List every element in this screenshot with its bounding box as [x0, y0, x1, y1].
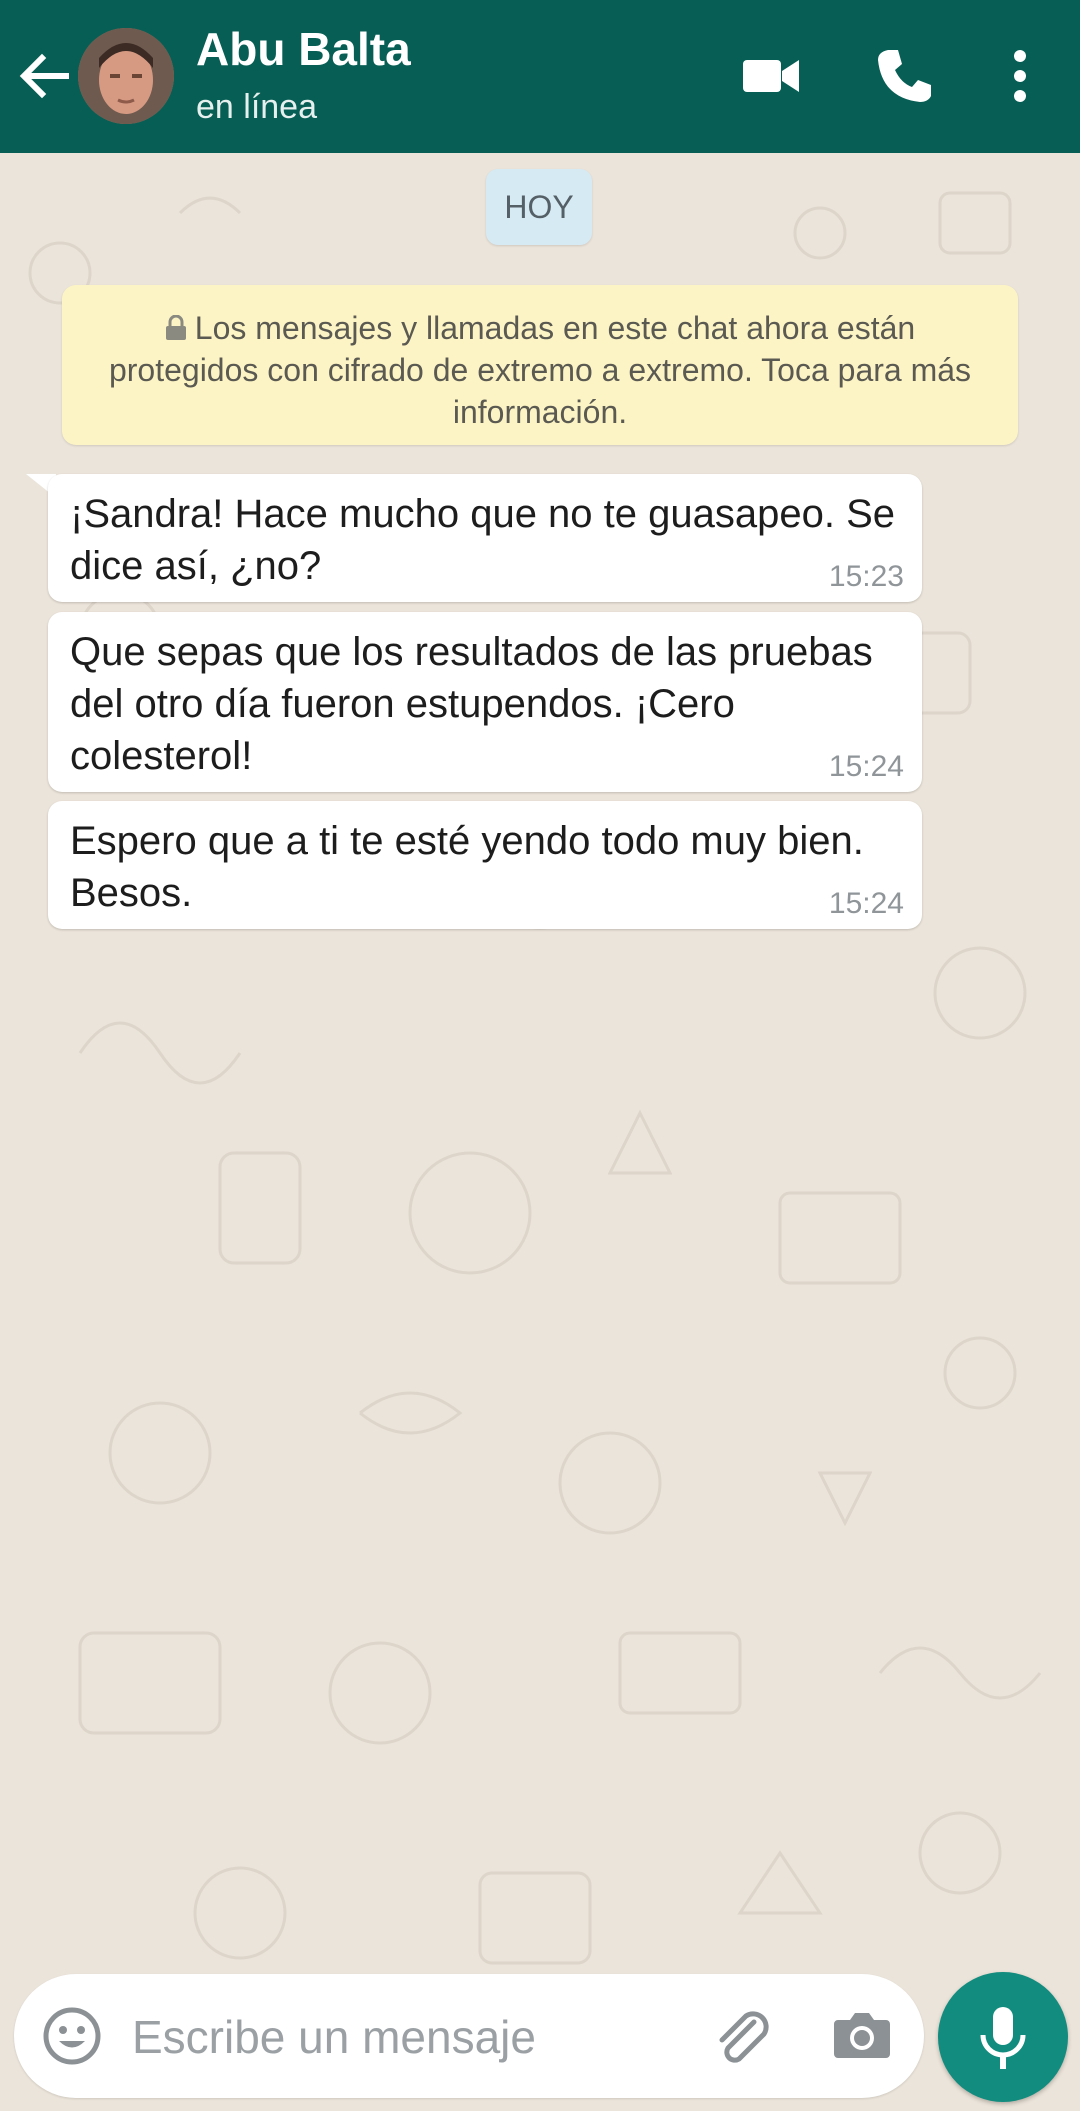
message-text: Espero que a ti te esté yendo todo muy b…: [70, 819, 864, 915]
lock-icon: [165, 315, 186, 340]
encryption-text: Los mensajes y llamadas en este chat aho…: [108, 310, 972, 430]
message-bubble[interactable]: Que sepas que los resultados de las prue…: [48, 612, 922, 792]
video-call-icon[interactable]: [735, 40, 807, 112]
message-time: 15:24: [828, 887, 904, 920]
message-composer: Escribe un mensaje: [14, 1974, 924, 2098]
message-bubble[interactable]: Espero que a ti te esté yendo todo muy b…: [48, 801, 922, 929]
phone-call-icon[interactable]: [868, 40, 940, 112]
message-input[interactable]: Escribe un mensaje: [132, 2010, 536, 2064]
more-options-icon[interactable]: [984, 40, 1056, 112]
message-time: 15:24: [828, 750, 904, 783]
back-arrow-icon[interactable]: [14, 46, 74, 106]
contact-name[interactable]: Abu Balta: [196, 22, 411, 76]
chat-header: Abu Balta en línea: [0, 0, 1080, 153]
message-time: 15:23: [828, 560, 904, 593]
encryption-notice[interactable]: Los mensajes y llamadas en este chat aho…: [62, 285, 1018, 445]
emoji-icon[interactable]: [40, 2004, 104, 2068]
microphone-icon: [980, 2007, 1026, 2069]
date-chip: HOY: [486, 169, 592, 245]
attach-icon[interactable]: [706, 2002, 778, 2074]
camera-icon[interactable]: [830, 2004, 894, 2068]
contact-avatar[interactable]: [78, 28, 174, 124]
chat-area[interactable]: HOY Los mensajes y llamadas en este chat…: [0, 153, 1080, 2111]
doodle-wallpaper: [28, 191, 1042, 1965]
contact-status: en línea: [196, 88, 317, 126]
message-text: Que sepas que los resultados de las prue…: [70, 630, 873, 778]
message-bubble[interactable]: ¡Sandra! Hace mucho que no te guasapeo. …: [48, 474, 922, 602]
message-text: ¡Sandra! Hace mucho que no te guasapeo. …: [70, 492, 895, 588]
microphone-button[interactable]: [938, 1972, 1068, 2102]
